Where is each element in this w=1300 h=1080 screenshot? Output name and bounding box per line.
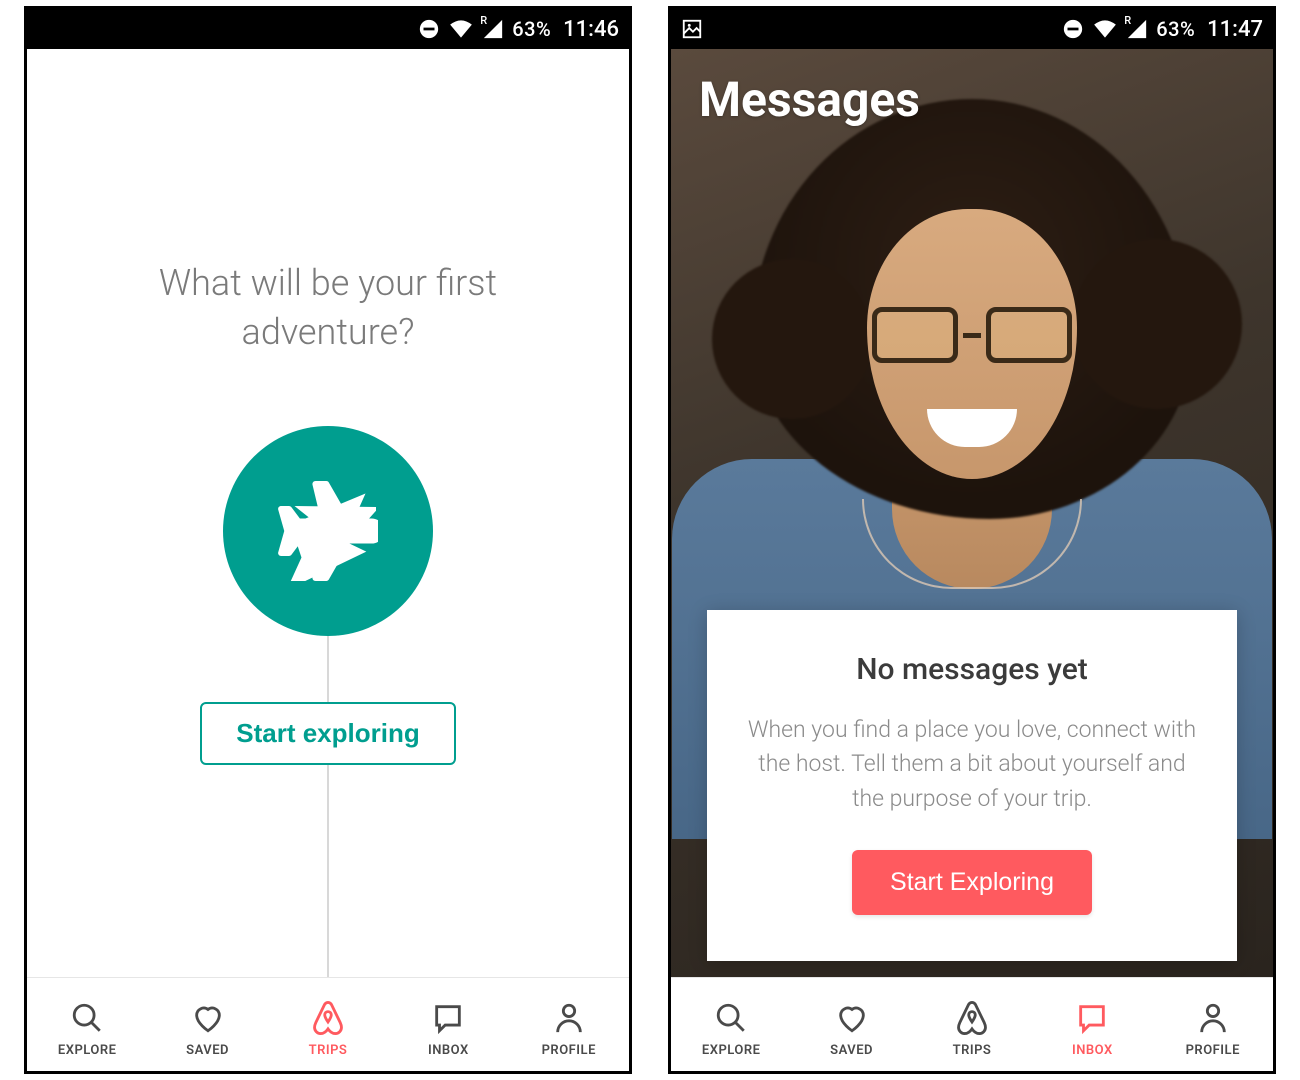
clock: 11:47: [1207, 17, 1263, 42]
airplane-circle-icon: [223, 426, 433, 636]
connector-line: [327, 765, 329, 977]
nav-label: INBOX: [1072, 1043, 1113, 1058]
wifi-icon: [448, 18, 474, 40]
start-exploring-button[interactable]: Start exploring: [200, 702, 455, 765]
dnd-icon: [418, 18, 440, 40]
connector-line: [327, 636, 329, 702]
nav-explore[interactable]: EXPLORE: [681, 998, 781, 1058]
battery-percentage: 63%: [1156, 17, 1195, 41]
heart-icon: [832, 998, 872, 1038]
heart-icon: [188, 998, 228, 1038]
battery-percentage: 63%: [512, 17, 551, 41]
nav-trips[interactable]: TRIPS: [922, 998, 1022, 1058]
person-icon: [549, 998, 589, 1038]
nav-saved[interactable]: SAVED: [802, 998, 902, 1058]
search-icon: [67, 998, 107, 1038]
nav-trips[interactable]: TRIPS: [278, 998, 378, 1058]
airbnb-logo-icon: [308, 998, 348, 1038]
wifi-icon: [1092, 18, 1118, 40]
trips-empty-state: What will be your first adventure? Start…: [27, 49, 629, 977]
nav-label: TRIPS: [953, 1043, 992, 1058]
nav-label: EXPLORE: [702, 1043, 761, 1058]
clock: 11:46: [563, 17, 619, 42]
image-notification-icon: [681, 18, 703, 40]
card-body: When you find a place you love, connect …: [741, 713, 1203, 817]
nav-inbox[interactable]: INBOX: [1042, 998, 1142, 1058]
card-title: No messages yet: [741, 652, 1203, 687]
nav-profile[interactable]: PROFILE: [1163, 998, 1263, 1058]
empty-messages-card: No messages yet When you find a place yo…: [707, 610, 1237, 962]
signal-roaming-label: R: [480, 14, 487, 27]
nav-explore[interactable]: EXPLORE: [37, 998, 137, 1058]
phone-screen-inbox: R 63% 11:47 Messages No messages yet Whe…: [668, 6, 1276, 1074]
nav-label: SAVED: [186, 1043, 229, 1058]
search-icon: [711, 998, 751, 1038]
nav-label: PROFILE: [1186, 1043, 1240, 1058]
start-exploring-button[interactable]: Start Exploring: [852, 850, 1092, 915]
status-bar: R 63% 11:46: [27, 9, 629, 49]
hero-image: Messages No messages yet When you find a…: [671, 49, 1273, 977]
nav-profile[interactable]: PROFILE: [519, 998, 619, 1058]
signal-icon: R: [482, 18, 504, 40]
bottom-nav: EXPLORE SAVED TRIPS INBOX PROFILE: [671, 977, 1273, 1071]
nav-label: SAVED: [830, 1043, 873, 1058]
nav-label: EXPLORE: [58, 1043, 117, 1058]
status-bar: R 63% 11:47: [671, 9, 1273, 49]
trips-prompt: What will be your first adventure?: [118, 259, 538, 356]
nav-label: INBOX: [428, 1043, 469, 1058]
bottom-nav: EXPLORE SAVED TRIPS INBOX PROFILE: [27, 977, 629, 1071]
nav-inbox[interactable]: INBOX: [398, 998, 498, 1058]
chat-icon: [1072, 998, 1112, 1038]
nav-label: PROFILE: [542, 1043, 596, 1058]
chat-icon: [428, 998, 468, 1038]
signal-icon: R: [1126, 18, 1148, 40]
inbox-content: Messages No messages yet When you find a…: [671, 49, 1273, 977]
dnd-icon: [1062, 18, 1084, 40]
phone-screen-trips: R 63% 11:46 What will be your first adve…: [24, 6, 632, 1074]
nav-saved[interactable]: SAVED: [158, 998, 258, 1058]
signal-roaming-label: R: [1124, 14, 1131, 27]
person-icon: [1193, 998, 1233, 1038]
page-title: Messages: [699, 71, 920, 128]
nav-label: TRIPS: [309, 1043, 348, 1058]
airbnb-logo-icon: [952, 998, 992, 1038]
